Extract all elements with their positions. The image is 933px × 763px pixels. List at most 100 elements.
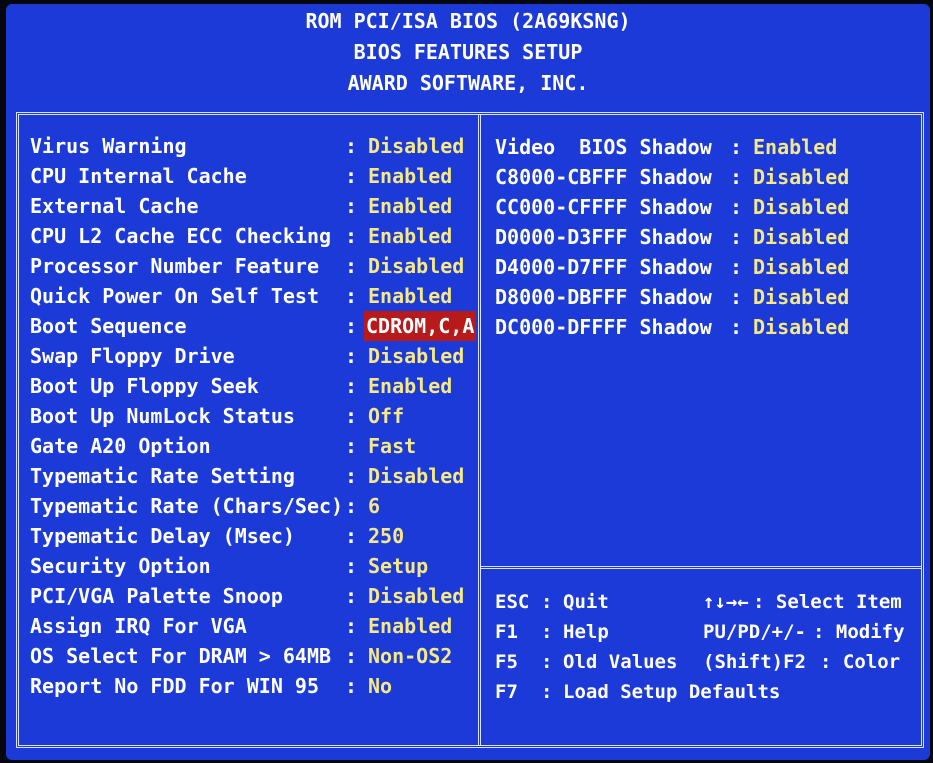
setting-colon: :: [345, 554, 358, 578]
help-row-2: F1 : Help PU/PD/+/- : Modify: [495, 617, 915, 647]
esc-key[interactable]: ESC: [495, 587, 529, 617]
setting-value[interactable]: Disabled: [368, 341, 464, 371]
shadow-label: Video BIOS Shadow: [495, 135, 712, 159]
setting-row-external-cache[interactable]: External Cache : Enabled: [30, 191, 470, 221]
setting-colon: :: [345, 494, 358, 518]
setting-label: Typematic Rate (Chars/Sec): [30, 494, 344, 518]
setting-row-report-no-fdd[interactable]: Report No FDD For WIN 95 : No: [30, 671, 470, 701]
setting-colon: :: [345, 164, 358, 188]
shadow-row-cc000[interactable]: CC000-CFFFF Shadow : Disabled: [495, 192, 915, 222]
setting-colon: :: [345, 644, 358, 668]
setting-label: Report No FDD For WIN 95: [30, 674, 319, 698]
setting-value[interactable]: Disabled: [368, 581, 464, 611]
page-keys: PU/PD/+/-: [703, 621, 806, 643]
setting-row-typematic-rate[interactable]: Typematic Rate (Chars/Sec) : 6: [30, 491, 470, 521]
shadow-row-c8000[interactable]: C8000-CBFFF Shadow : Disabled: [495, 162, 915, 192]
setting-label: Typematic Rate Setting: [30, 464, 295, 488]
help-row-1: ESC : Quit ↑↓→← : Select Item: [495, 587, 915, 617]
setting-value[interactable]: Enabled: [368, 371, 452, 401]
setting-row-os-select-dram[interactable]: OS Select For DRAM > 64MB : Non-OS2: [30, 641, 470, 671]
setting-row-typematic-delay[interactable]: Typematic Delay (Msec) : 250: [30, 521, 470, 551]
shadow-value[interactable]: Disabled: [753, 312, 849, 342]
setting-colon: :: [345, 134, 358, 158]
setting-colon: :: [345, 374, 358, 398]
setting-value[interactable]: Disabled: [368, 131, 464, 161]
help-colon: :: [541, 681, 553, 703]
shift-f2-key[interactable]: (Shift)F2: [703, 647, 806, 677]
shadow-row-d4000[interactable]: D4000-D7FFF Shadow : Disabled: [495, 252, 915, 282]
shadow-label: D0000-D3FFF Shadow: [495, 225, 712, 249]
setting-label: CPU Internal Cache: [30, 164, 247, 188]
help-row-3: F5 : Old Values (Shift)F2 : Color: [495, 647, 915, 677]
shadow-row-dc000[interactable]: DC000-DFFFF Shadow : Disabled: [495, 312, 915, 342]
bios-title: ROM PCI/ISA BIOS (2A69KSNG): [305, 9, 631, 33]
setting-label: Typematic Delay (Msec): [30, 524, 295, 548]
shadow-value[interactable]: Disabled: [753, 162, 849, 192]
old-values-label: Old Values: [563, 651, 678, 673]
setting-value[interactable]: Fast: [368, 431, 416, 461]
setting-row-irq-vga[interactable]: Assign IRQ For VGA : Enabled: [30, 611, 470, 641]
quit-label: Quit: [563, 591, 609, 613]
setting-row-security-option[interactable]: Security Option : Setup: [30, 551, 470, 581]
setting-row-l2-ecc[interactable]: CPU L2 Cache ECC Checking : Enabled: [30, 221, 470, 251]
setting-value[interactable]: Enabled: [368, 221, 452, 251]
setting-label: Swap Floppy Drive: [30, 344, 235, 368]
shadow-row-video-bios[interactable]: Video BIOS Shadow : Enabled: [495, 132, 915, 162]
setting-row-vga-palette-snoop[interactable]: PCI/VGA Palette Snoop : Disabled: [30, 581, 470, 611]
setting-value[interactable]: Enabled: [368, 191, 452, 221]
setting-row-quick-post[interactable]: Quick Power On Self Test : Enabled: [30, 281, 470, 311]
help-colon: :: [541, 591, 553, 613]
shadow-value[interactable]: Disabled: [753, 282, 849, 312]
setting-value[interactable]: Disabled: [368, 251, 464, 281]
setting-value[interactable]: Enabled: [368, 281, 452, 311]
selected-setting-value[interactable]: CDROM,C,A: [364, 311, 477, 341]
shadow-colon: :: [730, 135, 743, 159]
setting-row-cpu-internal-cache[interactable]: CPU Internal Cache : Enabled: [30, 161, 470, 191]
shadow-label: DC000-DFFFF Shadow: [495, 315, 712, 339]
setting-label: Boot Up Floppy Seek: [30, 374, 259, 398]
setting-label: OS Select For DRAM > 64MB: [30, 644, 332, 668]
shadow-row-d0000[interactable]: D0000-D3FFF Shadow : Disabled: [495, 222, 915, 252]
shadow-row-d8000[interactable]: D8000-DBFFF Shadow : Disabled: [495, 282, 915, 312]
shadow-value[interactable]: Disabled: [753, 192, 849, 222]
shadow-colon: :: [730, 255, 743, 279]
setting-value[interactable]: No: [368, 671, 392, 701]
setting-row-typematic-setting[interactable]: Typematic Rate Setting : Disabled: [30, 461, 470, 491]
f5-key[interactable]: F5: [495, 647, 518, 677]
shadow-value[interactable]: Enabled: [753, 132, 837, 162]
setting-row-boot-sequence[interactable]: Boot Sequence : CDROM,C,A: [30, 311, 477, 341]
setting-row-swap-floppy[interactable]: Swap Floppy Drive : Disabled: [30, 341, 470, 371]
setting-row-processor-number[interactable]: Processor Number Feature : Disabled: [30, 251, 470, 281]
shadow-value[interactable]: Disabled: [753, 222, 849, 252]
setting-label: CPU L2 Cache ECC Checking: [30, 224, 332, 248]
f7-key[interactable]: F7: [495, 677, 518, 707]
setting-value[interactable]: 250: [368, 521, 404, 551]
f1-key[interactable]: F1: [495, 617, 518, 647]
setting-row-numlock[interactable]: Boot Up NumLock Status : Off: [30, 401, 470, 431]
setting-row-gate-a20[interactable]: Gate A20 Option : Fast: [30, 431, 470, 461]
setting-value[interactable]: Disabled: [368, 461, 464, 491]
help-colon: :: [541, 621, 553, 643]
shadow-label: D4000-D7FFF Shadow: [495, 255, 712, 279]
setting-colon: :: [345, 674, 358, 698]
setting-value[interactable]: Enabled: [368, 161, 452, 191]
setting-value[interactable]: 6: [368, 491, 380, 521]
setting-label: Assign IRQ For VGA: [30, 614, 247, 638]
shadow-value[interactable]: Disabled: [753, 252, 849, 282]
setting-label: PCI/VGA Palette Snoop: [30, 584, 283, 608]
setting-value[interactable]: Off: [368, 401, 404, 431]
help-label: Help: [563, 621, 609, 643]
setting-row-floppy-seek[interactable]: Boot Up Floppy Seek : Enabled: [30, 371, 470, 401]
setting-value[interactable]: Setup: [368, 551, 428, 581]
setting-row-virus-warning[interactable]: Virus Warning : Disabled: [30, 131, 470, 161]
setting-colon: :: [345, 344, 358, 368]
setting-value[interactable]: Enabled: [368, 611, 452, 641]
setting-value[interactable]: Non-OS2: [368, 641, 452, 671]
setting-colon: :: [345, 614, 358, 638]
color-label: : Color: [820, 651, 901, 673]
shadow-label: C8000-CBFFF Shadow: [495, 165, 712, 189]
setting-label: Boot Up NumLock Status: [30, 404, 295, 428]
setting-colon: :: [345, 284, 358, 308]
help-divider: [481, 566, 921, 569]
load-defaults-label: Load Setup Defaults: [563, 681, 781, 703]
